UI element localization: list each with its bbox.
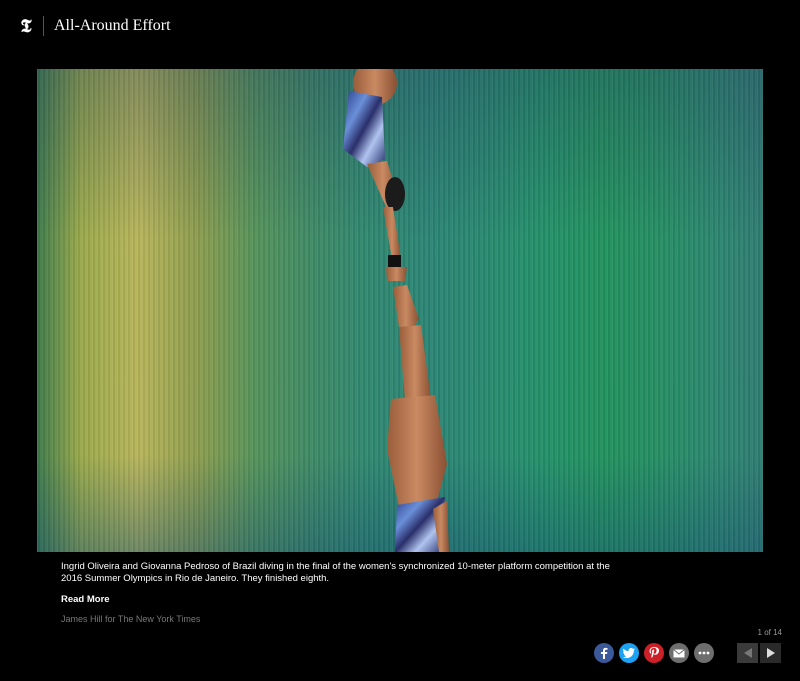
header: 𝕿 All-Around Effort — [18, 12, 171, 40]
pinterest-share-button[interactable] — [644, 643, 664, 663]
photo-caption: Ingrid Oliveira and Giovanna Pedroso of … — [61, 561, 610, 584]
nyt-logo[interactable]: 𝕿 — [18, 16, 34, 37]
slideshow-nav — [737, 643, 781, 663]
more-share-button[interactable] — [694, 643, 714, 663]
twitter-icon — [623, 648, 635, 658]
twitter-share-button[interactable] — [619, 643, 639, 663]
share-toolbar — [594, 643, 714, 663]
slideshow-title: All-Around Effort — [54, 17, 171, 34]
slide-counter: 1 of 14 — [757, 628, 782, 637]
header-divider — [43, 16, 44, 36]
previous-slide-button[interactable] — [737, 643, 758, 663]
email-icon — [673, 648, 685, 657]
photo-credit: James Hill for The New York Times — [61, 614, 201, 624]
read-more-link[interactable]: Read More — [61, 594, 110, 605]
email-share-button[interactable] — [669, 643, 689, 663]
facebook-share-button[interactable] — [594, 643, 614, 663]
slideshow-photo[interactable] — [37, 69, 763, 552]
facebook-icon — [601, 647, 608, 659]
divers-illustration — [343, 69, 449, 552]
pinterest-icon — [649, 647, 659, 659]
bottom-diver — [387, 285, 449, 552]
top-diver — [343, 69, 407, 281]
arrow-right-icon — [766, 648, 775, 658]
more-icon — [698, 651, 710, 655]
arrow-left-icon — [743, 648, 752, 658]
next-slide-button[interactable] — [760, 643, 781, 663]
slideshow-page: 𝕿 All-Around Effort Ingrid Oliveira and … — [0, 0, 800, 681]
